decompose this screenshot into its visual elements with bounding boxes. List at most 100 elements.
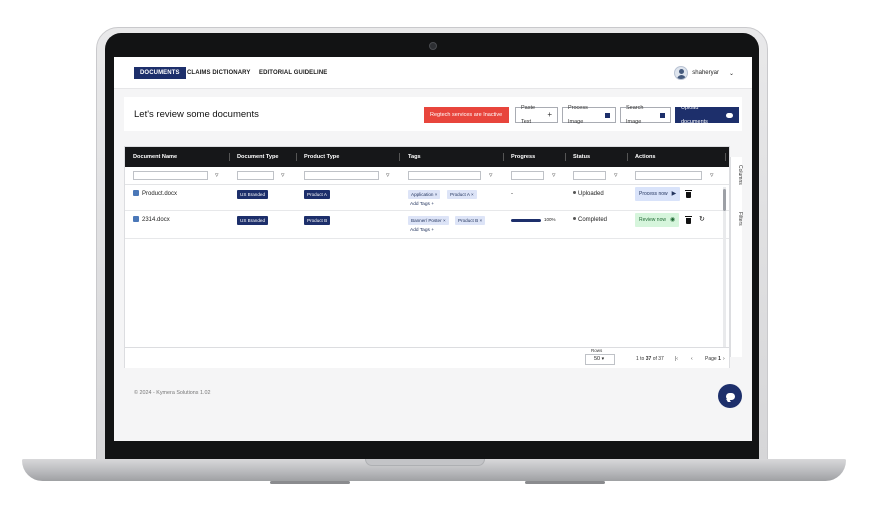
tag-label: Product A xyxy=(450,192,470,197)
filter-icon[interactable]: ▿ xyxy=(215,171,219,179)
tab-claims-dictionary[interactable]: CLAIMS DICTIONARY xyxy=(187,67,250,79)
first-page-icon[interactable]: |‹ xyxy=(675,356,678,362)
image-icon xyxy=(659,112,665,118)
upload-documents-button[interactable]: Upload documents xyxy=(675,105,739,125)
filter-input-tags[interactable] xyxy=(408,171,481,180)
tag-chip[interactable]: Product B × xyxy=(455,216,486,225)
filter-icon[interactable]: ▿ xyxy=(386,171,390,179)
laptop-foot xyxy=(270,481,350,484)
column-header-status[interactable]: Status xyxy=(573,147,590,167)
column-divider[interactable] xyxy=(296,153,297,161)
tag-label: Banner/ Poster xyxy=(411,218,442,223)
side-panel: Columns Filters xyxy=(730,157,743,357)
column-header-document-type[interactable]: Document Type xyxy=(237,147,279,167)
tab-editorial-guideline[interactable]: EDITORIAL GUIDELINE xyxy=(259,67,327,79)
next-page-icon[interactable]: › xyxy=(723,356,725,362)
column-divider[interactable] xyxy=(399,153,400,161)
rows-per-page-select[interactable]: 50 ▾ xyxy=(585,354,615,365)
table-row[interactable]: Product.docx US Branded Product A Applic… xyxy=(125,185,729,211)
column-header-product-type[interactable]: Product Type xyxy=(304,147,339,167)
range-total: of 37 xyxy=(652,356,664,362)
table-row[interactable]: 2314.docx US Branded Product B Banner/ P… xyxy=(125,211,729,239)
user-name: shaheryar xyxy=(692,70,719,76)
tag-chip[interactable]: Product A × xyxy=(447,190,477,199)
add-tags-button[interactable]: Add Tags + xyxy=(410,228,434,233)
filter-input-document-name[interactable] xyxy=(133,171,208,180)
tag-label: Product B xyxy=(458,218,479,223)
eye-icon: ◉ xyxy=(669,217,676,223)
tag-chip[interactable]: Banner/ Poster × xyxy=(408,216,449,225)
column-divider[interactable] xyxy=(627,153,628,161)
action-label: Process now xyxy=(639,191,668,197)
documents-table: Document Name Document Type Product Type… xyxy=(124,146,743,368)
plus-icon: + xyxy=(431,202,435,207)
filter-row: ▿ ▿ ▿ ▿ ▿ ▿ ▿ xyxy=(125,167,729,185)
document-icon xyxy=(133,216,139,222)
trash-icon[interactable] xyxy=(685,216,692,224)
filter-input-status[interactable] xyxy=(573,171,606,180)
document-name-cell[interactable]: Product.docx xyxy=(133,190,177,197)
top-nav: DOCUMENTS CLAIMS DICTIONARY EDITORIAL GU… xyxy=(114,57,752,89)
add-tags-label: Add Tags xyxy=(410,228,430,233)
chat-button[interactable] xyxy=(718,384,742,408)
caret-down-icon: ▾ xyxy=(601,356,605,362)
close-icon[interactable]: × xyxy=(435,192,438,197)
prev-page-icon[interactable]: ‹ xyxy=(691,356,693,362)
range-end: 37 xyxy=(645,356,652,362)
range-to: to xyxy=(640,356,645,362)
column-header-actions[interactable]: Actions xyxy=(635,147,656,167)
column-divider[interactable] xyxy=(229,153,230,161)
column-header-document-name[interactable]: Document Name xyxy=(133,147,177,167)
table-header: Document Name Document Type Product Type… xyxy=(125,147,729,167)
undo-icon[interactable]: ↻ xyxy=(699,215,705,223)
page-indicator: Page 1 xyxy=(705,356,721,362)
column-divider[interactable] xyxy=(503,153,504,161)
play-icon: ▶ xyxy=(671,191,677,197)
filter-input-actions[interactable] xyxy=(635,171,702,180)
filters-label: Filters xyxy=(737,212,743,226)
filter-icon[interactable]: ▿ xyxy=(710,171,714,179)
avatar xyxy=(674,66,689,80)
process-now-button[interactable]: Process now ▶ xyxy=(635,187,681,201)
scrollbar-thumb[interactable] xyxy=(723,189,726,211)
process-image-button[interactable]: Process Image xyxy=(562,105,616,125)
filter-icon[interactable]: ▿ xyxy=(281,171,285,179)
regtech-status-label: Regtech services are Inactive xyxy=(430,112,503,118)
page-header: Let's review some documents Regtech serv… xyxy=(124,97,742,131)
filter-icon[interactable]: ▿ xyxy=(489,171,493,179)
action-label: Review now xyxy=(639,217,666,223)
close-icon[interactable]: × xyxy=(471,192,474,197)
close-icon[interactable]: × xyxy=(443,218,446,223)
document-name: 2314.docx xyxy=(142,217,170,223)
filter-icon[interactable]: ▿ xyxy=(552,171,556,179)
search-image-button[interactable]: Search Image xyxy=(620,105,671,125)
app-screen: DOCUMENTS CLAIMS DICTIONARY EDITORIAL GU… xyxy=(114,57,752,441)
close-icon[interactable]: × xyxy=(479,218,482,223)
filter-input-product-type[interactable] xyxy=(304,171,379,180)
rows-label: Rows xyxy=(591,348,603,353)
tab-documents[interactable]: DOCUMENTS xyxy=(134,67,186,79)
cloud-upload-icon xyxy=(725,112,733,118)
filters-panel-toggle[interactable]: Filters xyxy=(731,212,743,226)
column-header-tags[interactable]: Tags xyxy=(408,147,421,167)
document-name-cell[interactable]: 2314.docx xyxy=(133,216,170,223)
tag-chip[interactable]: Application × xyxy=(408,190,441,199)
filter-input-document-type[interactable] xyxy=(237,171,274,180)
camera-icon xyxy=(429,42,437,50)
paste-text-button[interactable]: Paste Text + xyxy=(515,105,558,125)
filter-icon[interactable]: ▿ xyxy=(614,171,618,179)
column-header-progress[interactable]: Progress xyxy=(511,147,535,167)
document-type-chip: US Branded xyxy=(237,216,269,225)
add-tags-button[interactable]: Add Tags + xyxy=(410,202,434,207)
review-now-button[interactable]: Review now ◉ xyxy=(635,213,680,227)
columns-panel-toggle[interactable]: Columns xyxy=(731,165,743,185)
add-tags-label: Add Tags xyxy=(410,202,430,207)
column-divider[interactable] xyxy=(725,153,726,161)
column-divider[interactable] xyxy=(565,153,566,161)
user-menu[interactable]: shaheryar ⌄ xyxy=(674,63,734,83)
filter-input-progress[interactable] xyxy=(511,171,544,180)
vertical-scrollbar[interactable] xyxy=(723,187,726,347)
regtech-status-button[interactable]: Regtech services are Inactive xyxy=(424,107,509,123)
range-start: 1 xyxy=(636,356,639,362)
trash-icon[interactable] xyxy=(685,190,692,198)
